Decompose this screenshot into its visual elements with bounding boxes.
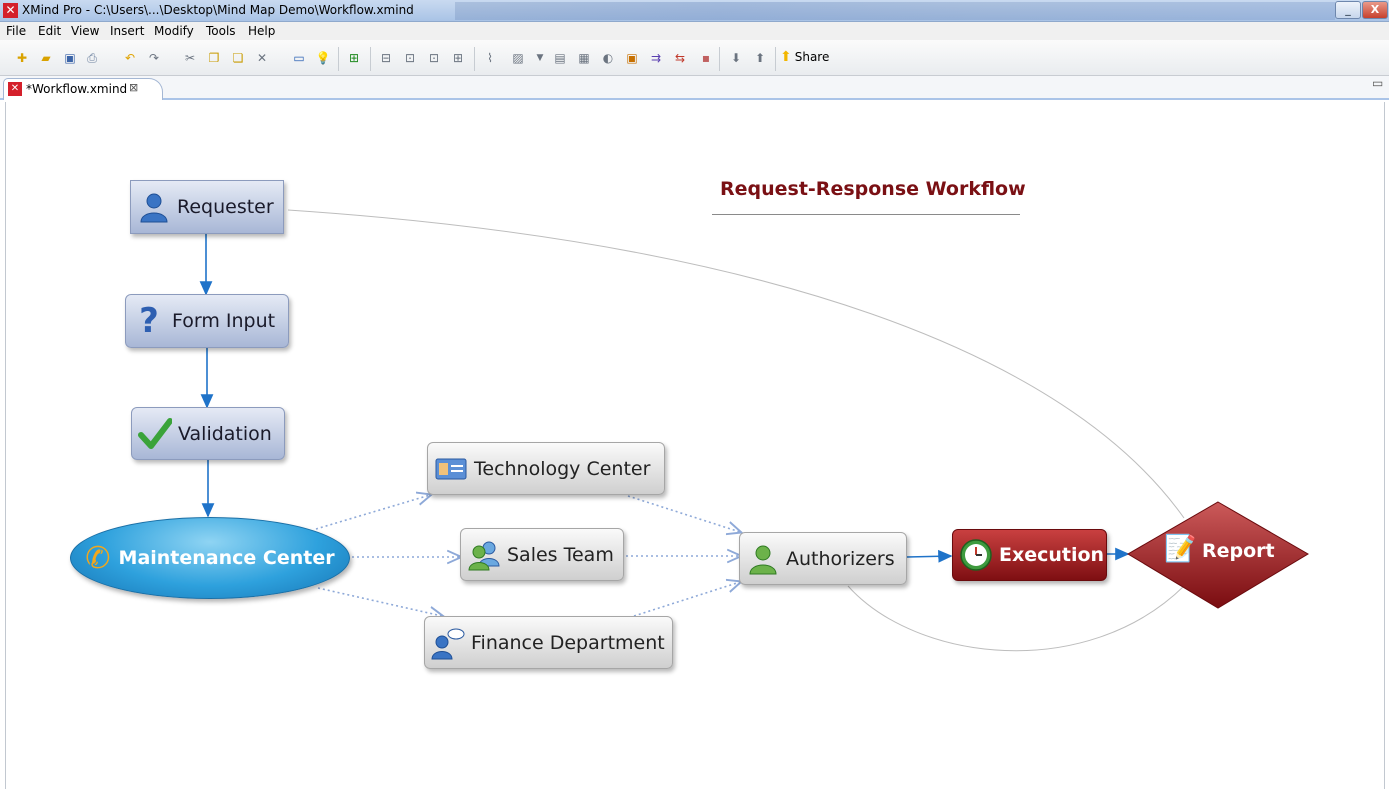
new-workbook-icon[interactable]: ✚ [14,50,30,66]
menu-bar: File Edit View Insert Modify Tools Help [0,22,1389,40]
image-icon[interactable]: ▨ [510,50,526,66]
dotted-center-finance [317,587,442,616]
arrow-auth-execution [906,549,953,563]
topic-label: Validation [178,422,272,445]
summary-icon[interactable]: ▣ [624,50,640,66]
users-chat-icon [431,626,465,660]
menu-file[interactable]: File [6,24,26,38]
topic-label: Authorizers [786,547,895,570]
topic-label: Form Input [172,310,276,332]
topic-validation[interactable]: Validation [131,407,285,460]
group-icon [467,538,501,572]
share-button[interactable]: ⬆ Share [780,49,829,67]
tab-close-icon[interactable]: ⊠ [129,81,138,94]
central-topic-label: Maintenance Center [118,547,335,569]
dotted-tech-auth [627,495,740,532]
question-icon: ? [139,301,159,341]
menu-tools[interactable]: Tools [206,24,236,38]
central-topic-maintenance-center[interactable]: ✆ Maintenance Center [70,517,350,599]
toolbar-separator [719,47,720,71]
menu-help[interactable]: Help [248,24,275,38]
share-label: Share [794,50,830,64]
save-icon[interactable]: ▣ [62,50,78,66]
globe-icon[interactable]: ◐ [600,50,616,66]
relationship-curve [287,209,1185,519]
undo-icon[interactable]: ↶ [122,50,138,66]
topic-finance-department[interactable]: Finance Department [424,616,673,669]
topic-label: Execution [999,544,1105,566]
mind-map-canvas[interactable]: Request-Response Workflow Requester ? Fo… [5,102,1385,789]
toolbar-separator [370,47,371,71]
toolbar-separator [338,47,339,71]
minimize-button[interactable]: _ [1335,1,1361,19]
topic-label: Technology Center [474,457,651,480]
title-bar: ✕ XMind Pro - C:\Users\...\Desktop\Mind … [0,0,1389,22]
print-icon[interactable]: ⎙ [84,50,100,66]
insert-topic-icon[interactable]: ⊞ [346,50,362,66]
presentation-icon[interactable]: ▭ [291,50,307,66]
note-icon[interactable]: ▦ [576,50,592,66]
tab-label: *Workflow.xmind [26,82,128,96]
menu-view[interactable]: View [71,24,99,38]
menu-edit[interactable]: Edit [38,24,61,38]
topic-after-icon[interactable]: ⊡ [426,50,442,66]
label-icon[interactable]: ▪ [698,50,714,66]
topic-technology-center[interactable]: Technology Center [427,442,665,495]
topic-label: Report [1202,540,1275,562]
topic-report[interactable]: 📝 Report [1126,500,1310,608]
close-button[interactable]: X [1362,1,1388,19]
user-icon [137,190,171,224]
topic-label: Sales Team [507,543,614,566]
toolbar-separator [474,47,475,71]
topic-form-input[interactable]: ? Form Input [125,294,289,348]
topic-sales-team[interactable]: Sales Team [460,528,624,581]
cut-icon[interactable]: ✂ [182,50,198,66]
dotted-center-tech [315,495,430,530]
redo-icon[interactable]: ↷ [146,50,162,66]
minimize-view-icon[interactable]: ▭ [1372,76,1383,90]
relationship-icon[interactable]: ⇉ [648,50,664,66]
copy-icon[interactable]: ❐ [206,50,222,66]
topic-authorizers[interactable]: Authorizers [739,532,907,585]
topic-label: Finance Department [471,631,665,654]
subtopic-icon[interactable]: ⊟ [378,50,394,66]
window-title: XMind Pro - C:\Users\...\Desktop\Mind Ma… [22,3,414,17]
editor-tab-bar: ✕ *Workflow.xmind ⊠ ▭ [0,76,1389,100]
topic-execution[interactable]: Execution [952,529,1107,581]
marker-icon[interactable]: ⇆ [672,50,688,66]
checkmark-icon [138,417,172,451]
map-title-underline [712,214,1020,215]
dotted-finance-auth [633,582,740,617]
topic-before-icon[interactable]: ⊡ [402,50,418,66]
toolbar: ✚ ▰ ▣ ⎙ ↶ ↷ ✂ ❐ ❏ ✕ ▭ 💡 ⊞ ⊟ ⊡ ⊡ ⊞ ⌇ ▨ ▼ … [0,40,1389,76]
attachment-icon[interactable]: ⌇ [482,50,498,66]
taskbar-blur [455,2,1335,20]
topic-label: Requester [177,196,274,218]
map-title[interactable]: Request-Response Workflow [720,178,1026,200]
topic-requester[interactable]: Requester [130,180,284,234]
menu-insert[interactable]: Insert [110,24,144,38]
boundary-icon[interactable]: ▤ [552,50,568,66]
drill-up-icon[interactable]: ⬆ [752,50,768,66]
drill-down-icon[interactable]: ⬇ [728,50,744,66]
user-icon [746,542,780,576]
delete-icon[interactable]: ✕ [254,50,270,66]
xmind-app-icon: ✕ [3,3,18,18]
lightbulb-icon[interactable]: 💡 [315,50,331,66]
tab-workflow[interactable]: ✕ *Workflow.xmind ⊠ [3,78,163,100]
open-folder-icon[interactable]: ▰ [38,50,54,66]
toolbar-separator [775,47,776,71]
menu-modify[interactable]: Modify [154,24,194,38]
clipboard-icon: 📝 [1164,534,1197,564]
clock-icon [959,538,993,572]
xmind-file-icon: ✕ [8,82,22,96]
parent-topic-icon[interactable]: ⊞ [450,50,466,66]
paste-icon[interactable]: ❏ [230,50,246,66]
chevron-down-icon[interactable]: ▼ [532,50,548,66]
share-arrow-icon: ⬆ [780,49,792,65]
id-card-icon [434,452,468,486]
phone-icon: ✆ [85,540,111,576]
